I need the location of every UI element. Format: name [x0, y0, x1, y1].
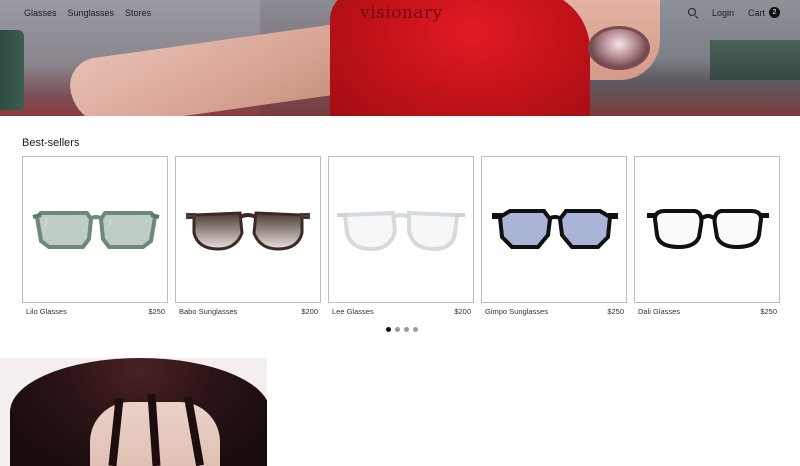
product-card[interactable]: Lee Glasses $200 — [328, 156, 474, 316]
product-name: Lilo Glasses — [26, 307, 67, 316]
product-image — [481, 156, 627, 303]
hero-chair — [0, 30, 24, 110]
glasses-image-lilo — [32, 211, 160, 249]
product-meta: Gimpo Sunglasses $250 — [481, 307, 627, 316]
glasses-image-dali — [647, 209, 769, 250]
carousel-dot-3[interactable] — [404, 327, 409, 332]
carousel-dot-1[interactable] — [386, 327, 391, 332]
product-price: $250 — [607, 307, 624, 316]
product-meta: Lilo Glasses $250 — [22, 307, 168, 316]
glasses-image-lee — [337, 210, 465, 252]
search-icon[interactable] — [687, 7, 698, 18]
product-image — [22, 156, 168, 303]
product-meta: Dali Glasses $250 — [634, 307, 780, 316]
cart-count-badge: 2 — [769, 7, 780, 18]
hero-chair-right — [710, 40, 800, 80]
promo-image[interactable] — [0, 358, 267, 466]
carousel-dot-2[interactable] — [395, 327, 400, 332]
product-name: Lee Glasses — [332, 307, 374, 316]
product-card[interactable]: Gimpo Sunglasses $250 — [481, 156, 627, 316]
nav-link-sunglasses[interactable]: Sunglasses — [68, 8, 115, 18]
product-carousel: Lilo Glasses $250 Babo Sunglasses $200 L… — [22, 156, 780, 316]
product-image — [634, 156, 780, 303]
product-name: Babo Sunglasses — [179, 307, 238, 316]
product-card[interactable]: Lilo Glasses $250 — [22, 156, 168, 316]
product-meta: Lee Glasses $200 — [328, 307, 474, 316]
sunglasses-image-gimpo — [492, 209, 618, 249]
product-name: Dali Glasses — [638, 307, 681, 316]
nav-links: Glasses Sunglasses Stores — [24, 8, 151, 18]
carousel-pagination — [386, 327, 418, 332]
carousel-dot-4[interactable] — [413, 327, 418, 332]
product-price: $200 — [301, 307, 318, 316]
nav-link-stores[interactable]: Stores — [125, 8, 151, 18]
nav-link-glasses[interactable]: Glasses — [24, 8, 57, 18]
product-price: $250 — [148, 307, 165, 316]
cart-label: Cart — [747, 7, 765, 18]
hero-bracelet — [588, 26, 650, 70]
product-meta: Babo Sunglasses $200 — [175, 307, 321, 316]
product-card[interactable]: Babo Sunglasses $200 — [175, 156, 321, 316]
product-name: Gimpo Sunglasses — [485, 307, 548, 316]
product-card[interactable]: Dali Glasses $250 — [634, 156, 780, 316]
product-image — [175, 156, 321, 303]
top-nav: Glasses Sunglasses Stores visionary Logi… — [0, 0, 800, 28]
product-price: $200 — [454, 307, 471, 316]
sunglasses-image-babo — [186, 211, 310, 251]
nav-actions: Login Cart 2 — [687, 7, 780, 18]
best-sellers-heading: Best-sellers — [22, 137, 80, 149]
login-link[interactable]: Login — [712, 8, 734, 18]
cart-button[interactable]: Cart 2 — [748, 7, 780, 18]
product-price: $250 — [760, 307, 777, 316]
brand-logo[interactable]: visionary — [360, 3, 442, 23]
product-image — [328, 156, 474, 303]
